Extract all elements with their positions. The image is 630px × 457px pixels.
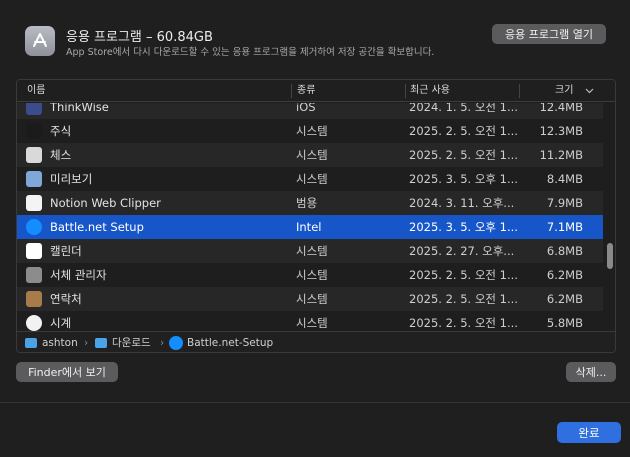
app-name: 캘린더 [50,244,82,258]
app-kind: Intel [296,220,322,234]
app-last-used: 2025. 3. 5. 오후 1... [409,220,518,234]
page-title: 응용 프로그램 – 60.84GB [66,30,213,45]
app-last-used: 2025. 2. 27. 오후... [409,244,515,258]
column-separator[interactable] [291,84,292,98]
app-size: 6.8MB [546,244,583,258]
table-row[interactable]: ThinkWise iOS 2024. 1. 5. 오전 1... 12.4MB [17,103,603,119]
column-header-kind[interactable]: 종류 [297,80,315,102]
page-description: App Store에서 다시 다운로드할 수 있는 응용 프로그램을 제거하여 … [66,47,435,58]
table-row[interactable]: 시계 시스템 2025. 2. 5. 오전 1... 5.8MB [17,311,603,331]
divider [0,402,630,403]
vertical-scrollbar[interactable] [605,103,615,331]
app-last-used: 2025. 2. 5. 오전 1... [409,124,518,138]
column-separator[interactable] [519,84,520,98]
app-size: 7.1MB [546,220,583,234]
scroll-thumb[interactable] [607,243,613,269]
stocks-icon [26,123,42,139]
app-size: 11.2MB [539,148,583,162]
path-item-home[interactable]: ashton [42,332,78,352]
clock-icon [26,315,42,331]
table-header: 이름 종류 최근 사용 크기 [17,80,615,102]
delete-button[interactable]: 삭제... [566,362,616,382]
app-last-used: 2024. 1. 5. 오전 1... [409,103,518,114]
contacts-icon [26,291,42,307]
table-row[interactable]: Battle.net Setup Intel 2025. 3. 5. 오후 1...… [17,215,603,239]
table-row[interactable]: Notion Web Clipper 범용 2024. 3. 11. 오후... 7.… [17,191,603,215]
app-store-icon [25,26,55,56]
app-kind: 시스템 [296,268,328,282]
app-name: ThinkWise [50,103,109,114]
battlenet-icon [26,219,42,235]
calendar-icon [26,243,42,259]
app-kind: 시스템 [296,148,328,162]
path-bar: ashton › 다운로드 › Battle.net-Setup [17,331,615,352]
app-name: 서체 관리자 [50,268,107,282]
app-size: 6.2MB [546,292,583,306]
battlenet-icon [169,336,183,350]
app-last-used: 2025. 3. 5. 오후 1... [409,172,518,186]
notion-icon [26,195,42,211]
path-item-file[interactable]: Battle.net-Setup [187,332,273,352]
thinkwise-icon [26,103,42,115]
app-kind: 시스템 [296,124,328,138]
table-row[interactable]: 연락처 시스템 2025. 2. 5. 오전 1... 6.2MB [17,287,603,311]
applications-table: 이름 종류 최근 사용 크기 ThinkWise iOS 2024. 1. 5. 오… [16,79,616,353]
app-last-used: 2025. 2. 5. 오전 1... [409,292,518,306]
sort-chevron-down-icon[interactable] [585,80,594,102]
app-name: 시계 [50,316,72,330]
app-kind: iOS [296,103,316,114]
app-size: 6.2MB [546,268,583,282]
app-kind: 시스템 [296,244,328,258]
app-name: 연락처 [50,292,82,306]
app-kind: 시스템 [296,316,328,330]
table-row[interactable]: 미리보기 시스템 2025. 3. 5. 오후 1... 8.4MB [17,167,603,191]
chess-icon [26,147,42,163]
column-separator[interactable] [405,84,406,98]
path-separator-chevron-icon: › [160,337,165,349]
path-separator-chevron-icon: › [84,337,89,349]
done-button[interactable]: 완료 [557,422,621,443]
app-size: 5.8MB [546,316,583,330]
app-name: 체스 [50,148,72,162]
table-row[interactable]: 캘린더 시스템 2025. 2. 27. 오후... 6.8MB [17,239,603,263]
app-name: 미리보기 [50,172,93,186]
font-book-icon [26,267,42,283]
column-header-name[interactable]: 이름 [27,80,45,102]
column-header-last-used[interactable]: 최근 사용 [410,80,450,102]
app-kind: 범용 [296,196,318,210]
table-rows: ThinkWise iOS 2024. 1. 5. 오전 1... 12.4MB 주식 시… [17,103,603,331]
app-size: 8.4MB [546,172,583,186]
app-name: Battle.net Setup [50,220,144,234]
app-size: 12.4MB [539,103,583,114]
path-item-downloads[interactable]: 다운로드 [112,332,151,352]
table-row[interactable]: 주식 시스템 2025. 2. 5. 오전 1... 12.3MB [17,119,603,143]
app-name: 주식 [50,124,72,138]
downloads-folder-icon [95,338,107,348]
show-in-finder-button[interactable]: Finder에서 보기 [16,362,118,382]
column-header-size[interactable]: 크기 [555,80,573,102]
app-kind: 시스템 [296,292,328,306]
table-row[interactable]: 서체 관리자 시스템 2025. 2. 5. 오전 1... 6.2MB [17,263,603,287]
table-row[interactable]: 체스 시스템 2025. 2. 5. 오전 1... 11.2MB [17,143,603,167]
app-size: 12.3MB [539,124,583,138]
home-folder-icon [25,338,37,348]
app-last-used: 2024. 3. 11. 오후... [409,196,515,210]
app-last-used: 2025. 2. 5. 오전 1... [409,316,518,330]
open-applications-button[interactable]: 응용 프로그램 열기 [492,24,606,44]
app-last-used: 2025. 2. 5. 오전 1... [409,148,518,162]
app-name: Notion Web Clipper [50,196,161,210]
preview-icon [26,171,42,187]
app-size: 7.9MB [546,196,583,210]
app-last-used: 2025. 2. 5. 오전 1... [409,268,518,282]
app-kind: 시스템 [296,172,328,186]
